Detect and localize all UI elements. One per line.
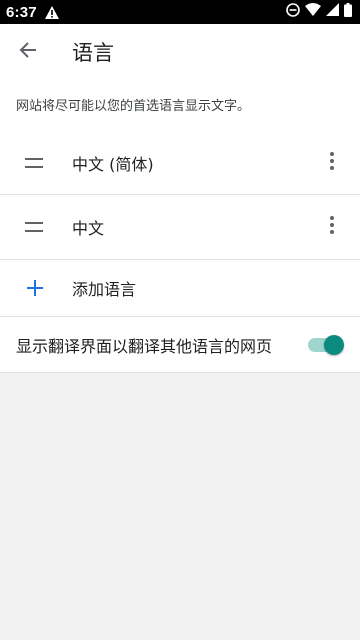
wifi-icon bbox=[305, 3, 321, 21]
plus-icon bbox=[26, 279, 44, 297]
add-language-button[interactable]: 添加语言 bbox=[0, 260, 360, 317]
page-title: 语言 bbox=[72, 41, 114, 65]
language-item[interactable]: 中文 bbox=[0, 195, 360, 260]
description-text: 网站将尽可能以您的首选语言显示文字。 bbox=[16, 99, 251, 114]
do-not-disturb-icon bbox=[286, 2, 300, 22]
back-button[interactable] bbox=[0, 24, 56, 80]
translate-toggle[interactable] bbox=[308, 334, 344, 356]
status-bar: 6:37 bbox=[0, 0, 360, 24]
status-time: 6:37 bbox=[6, 3, 37, 21]
status-icons bbox=[286, 2, 352, 22]
more-vert-icon bbox=[330, 152, 334, 174]
language-settings: 网站将尽可能以您的首选语言显示文字。 中文 (简体) 中文 添加语言 显示翻译界… bbox=[0, 80, 360, 373]
translate-setting-row[interactable]: 显示翻译界面以翻译其他语言的网页 bbox=[0, 317, 360, 373]
add-language-label: 添加语言 bbox=[72, 280, 137, 299]
drag-handle-icon[interactable] bbox=[25, 158, 43, 168]
app-bar: 语言 bbox=[0, 24, 360, 80]
more-options-button[interactable] bbox=[320, 207, 344, 247]
more-vert-icon bbox=[330, 216, 334, 238]
translate-setting-label: 显示翻译界面以翻译其他语言的网页 bbox=[16, 336, 273, 356]
signal-icon bbox=[326, 3, 339, 21]
language-label: 中文 (简体) bbox=[72, 155, 154, 174]
arrow-back-icon bbox=[19, 41, 37, 63]
drag-handle-icon[interactable] bbox=[25, 222, 43, 232]
language-label: 中文 bbox=[72, 219, 105, 238]
more-options-button[interactable] bbox=[320, 143, 344, 183]
warning-icon bbox=[44, 5, 59, 19]
toggle-thumb bbox=[324, 334, 344, 355]
battery-icon bbox=[344, 2, 352, 22]
language-item[interactable]: 中文 (简体) bbox=[0, 132, 360, 195]
